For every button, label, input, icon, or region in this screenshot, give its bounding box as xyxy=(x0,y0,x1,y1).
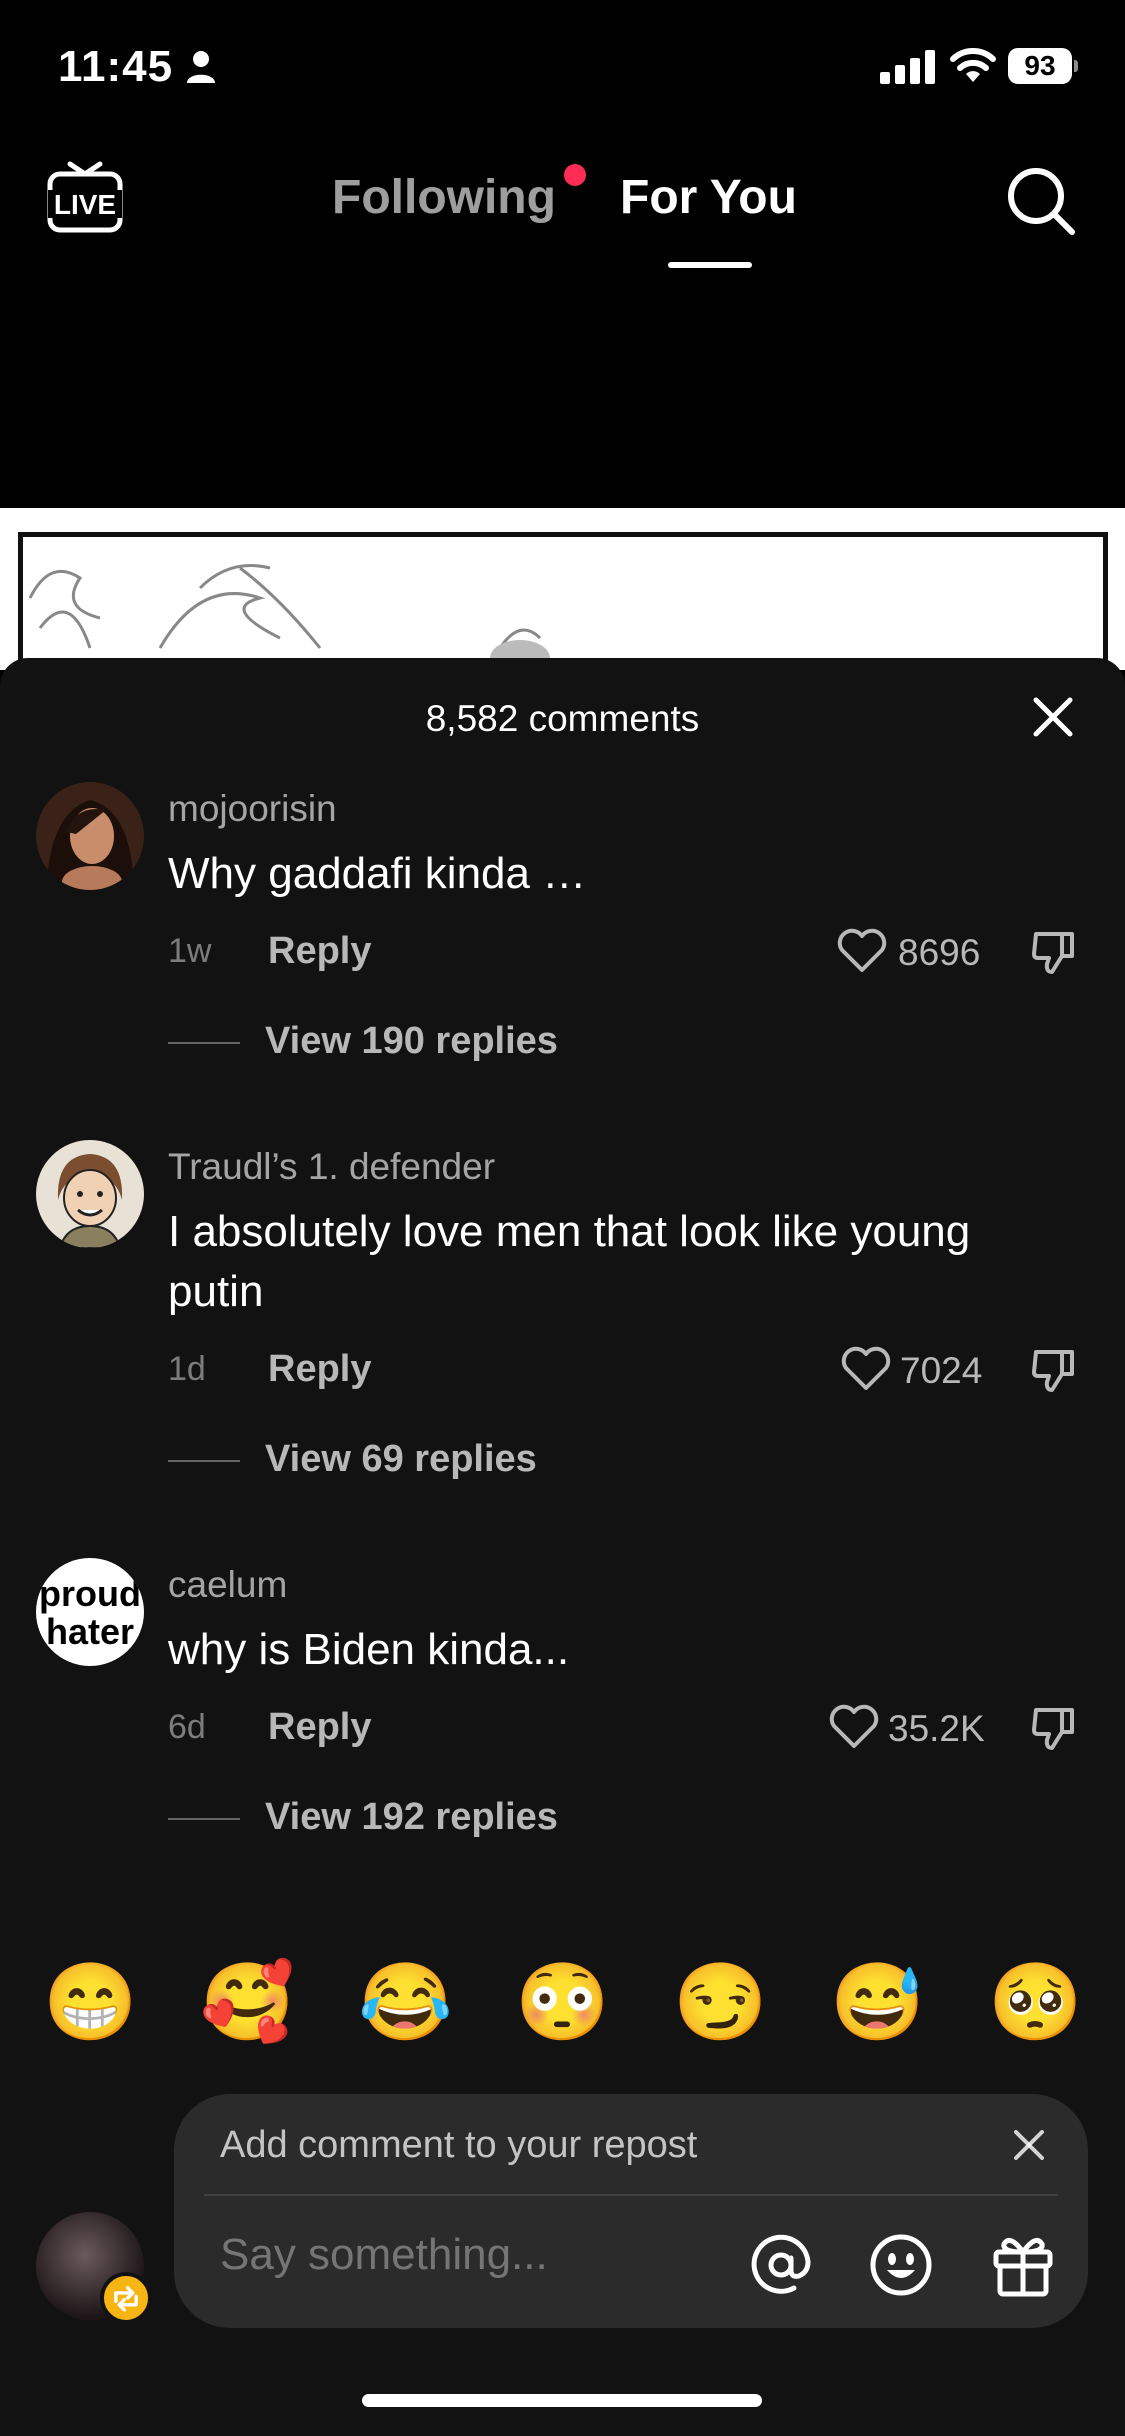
avatar[interactable] xyxy=(36,782,144,890)
gift-icon[interactable] xyxy=(990,2230,1056,2298)
avatar[interactable] xyxy=(36,1140,144,1248)
cellular-signal-icon xyxy=(880,50,935,84)
like-count: 8696 xyxy=(898,932,981,973)
divider xyxy=(204,2194,1058,2196)
thumbs-down-icon[interactable] xyxy=(1030,928,1078,978)
search-icon[interactable] xyxy=(1004,164,1076,236)
comment-text: Why gaddafi kinda … xyxy=(168,849,587,898)
like-count: 35.2K xyxy=(888,1708,985,1749)
comment-composer: Add comment to your repost xyxy=(174,2094,1088,2328)
avatar-text-bottom: hater xyxy=(46,1611,134,1652)
battery-level: 93 xyxy=(1008,48,1072,84)
wifi-icon xyxy=(950,48,996,82)
repost-icon xyxy=(100,2272,152,2324)
emoji-joy[interactable]: 😂 xyxy=(358,1958,453,2048)
mention-icon[interactable] xyxy=(748,2232,814,2298)
heart-icon[interactable] xyxy=(836,928,888,974)
status-time: 11:45 xyxy=(58,42,174,91)
battery-indicator: 93 xyxy=(1008,48,1078,84)
view-replies-line xyxy=(168,1818,240,1820)
heart-icon[interactable] xyxy=(840,1346,892,1392)
comment-text: I absolutely love men that look like you… xyxy=(168,1207,971,1316)
avatar[interactable]: proud hater xyxy=(36,1558,144,1666)
view-replies-button[interactable]: View 190 replies xyxy=(265,1020,558,1063)
reply-button[interactable]: Reply xyxy=(268,1706,371,1749)
video-preview[interactable] xyxy=(0,508,1125,670)
comment-input[interactable] xyxy=(220,2230,720,2280)
thumbs-down-icon[interactable] xyxy=(1030,1346,1078,1396)
comment-username[interactable]: mojoorisin xyxy=(168,788,337,830)
emoji-picker-icon[interactable] xyxy=(868,2232,934,2298)
comment-age: 1w xyxy=(168,932,212,970)
notification-dot xyxy=(563,164,586,186)
reply-button[interactable]: Reply xyxy=(268,1348,371,1391)
comment-age: 6d xyxy=(168,1708,206,1746)
video-artwork xyxy=(28,564,550,670)
active-tab-indicator xyxy=(668,262,752,268)
view-replies-line xyxy=(168,1460,240,1462)
repost-note: Add comment to your repost xyxy=(220,2124,698,2166)
tab-for-you-label: For You xyxy=(620,171,797,224)
view-replies-button[interactable]: View 192 replies xyxy=(265,1796,558,1839)
avatar-text-top: proud xyxy=(39,1573,141,1614)
tab-following[interactable]: Following xyxy=(332,164,586,225)
status-bar: 11:45 93 xyxy=(0,0,1125,140)
emoji-smirk[interactable]: 😏 xyxy=(673,1958,768,2048)
close-icon[interactable] xyxy=(1012,2128,1046,2162)
person-icon xyxy=(187,51,215,83)
comment-username[interactable]: caelum xyxy=(168,1564,287,1606)
view-replies-button[interactable]: View 69 replies xyxy=(265,1438,537,1481)
home-indicator[interactable] xyxy=(362,2394,762,2407)
thumbs-down-icon[interactable] xyxy=(1030,1704,1078,1754)
like-count: 7024 xyxy=(900,1350,983,1391)
emoji-flushed[interactable]: 😳 xyxy=(515,1958,610,2048)
live-label: LIVE xyxy=(54,189,116,220)
heart-icon[interactable] xyxy=(828,1704,880,1750)
battery-nub xyxy=(1074,60,1078,72)
comment-count-title: 8,582 comments xyxy=(425,698,700,739)
view-replies-line xyxy=(168,1042,240,1044)
emoji-quick-bar: 😁 🥰 😂 😳 😏 😅 🥺 xyxy=(0,1958,1125,2054)
emoji-grin[interactable]: 😁 xyxy=(43,1958,138,2048)
tab-for-you[interactable]: For You xyxy=(620,170,797,268)
emoji-sweat-smile[interactable]: 😅 xyxy=(830,1958,925,2048)
reply-button[interactable]: Reply xyxy=(268,930,371,973)
comment-username[interactable]: Traudl’s 1. defender xyxy=(168,1146,495,1188)
tab-following-label: Following xyxy=(332,171,556,224)
emoji-hearts[interactable]: 🥰 xyxy=(200,1958,295,2048)
top-nav: LIVE Following For You xyxy=(0,150,1125,268)
live-icon[interactable]: LIVE xyxy=(46,160,124,236)
comment-age: 1d xyxy=(168,1350,206,1388)
close-icon[interactable] xyxy=(1030,694,1076,740)
emoji-pleading[interactable]: 🥺 xyxy=(988,1958,1083,2048)
comment-text: why is Biden kinda... xyxy=(168,1625,570,1674)
